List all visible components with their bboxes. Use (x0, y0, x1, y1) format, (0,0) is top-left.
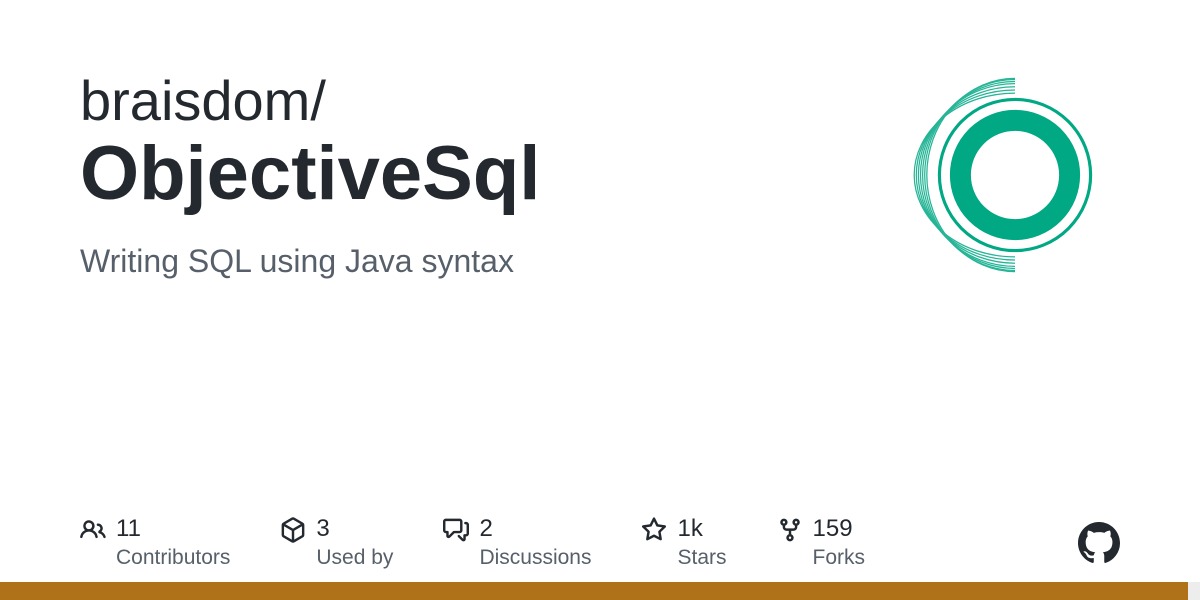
stats-row: 11 Contributors 3 Used by 2 Discussions (80, 515, 1120, 570)
people-icon (80, 517, 106, 543)
stat-label: Used by (316, 546, 393, 570)
stat-stars[interactable]: 1k Stars (641, 515, 726, 570)
stat-value: 1k (677, 515, 726, 544)
stat-usedby[interactable]: 3 Used by (280, 515, 393, 570)
stat-discussions[interactable]: 2 Discussions (443, 515, 591, 570)
repo-title-block: braisdom/ ObjectiveSql Writing SQL using… (80, 70, 910, 280)
stat-label: Discussions (479, 546, 591, 570)
discussion-icon (443, 517, 469, 543)
repo-name[interactable]: ObjectiveSql (80, 132, 910, 216)
language-bar (0, 582, 1200, 600)
repo-logo (910, 70, 1120, 280)
github-logo-icon[interactable] (1078, 522, 1120, 564)
package-icon (280, 517, 306, 543)
stat-label: Contributors (116, 546, 230, 570)
stat-forks[interactable]: 159 Forks (777, 515, 866, 570)
stat-label: Forks (813, 546, 866, 570)
stat-value: 11 (116, 515, 230, 544)
stat-contributors[interactable]: 11 Contributors (80, 515, 230, 570)
repo-owner[interactable]: braisdom/ (80, 70, 910, 132)
repo-description: Writing SQL using Java syntax (80, 243, 910, 280)
stat-label: Stars (677, 546, 726, 570)
language-segment (0, 582, 1188, 600)
stat-value: 3 (316, 515, 393, 544)
fork-icon (777, 517, 803, 543)
stat-value: 2 (479, 515, 591, 544)
language-segment (1188, 582, 1200, 600)
stat-value: 159 (813, 515, 866, 544)
star-icon (641, 517, 667, 543)
